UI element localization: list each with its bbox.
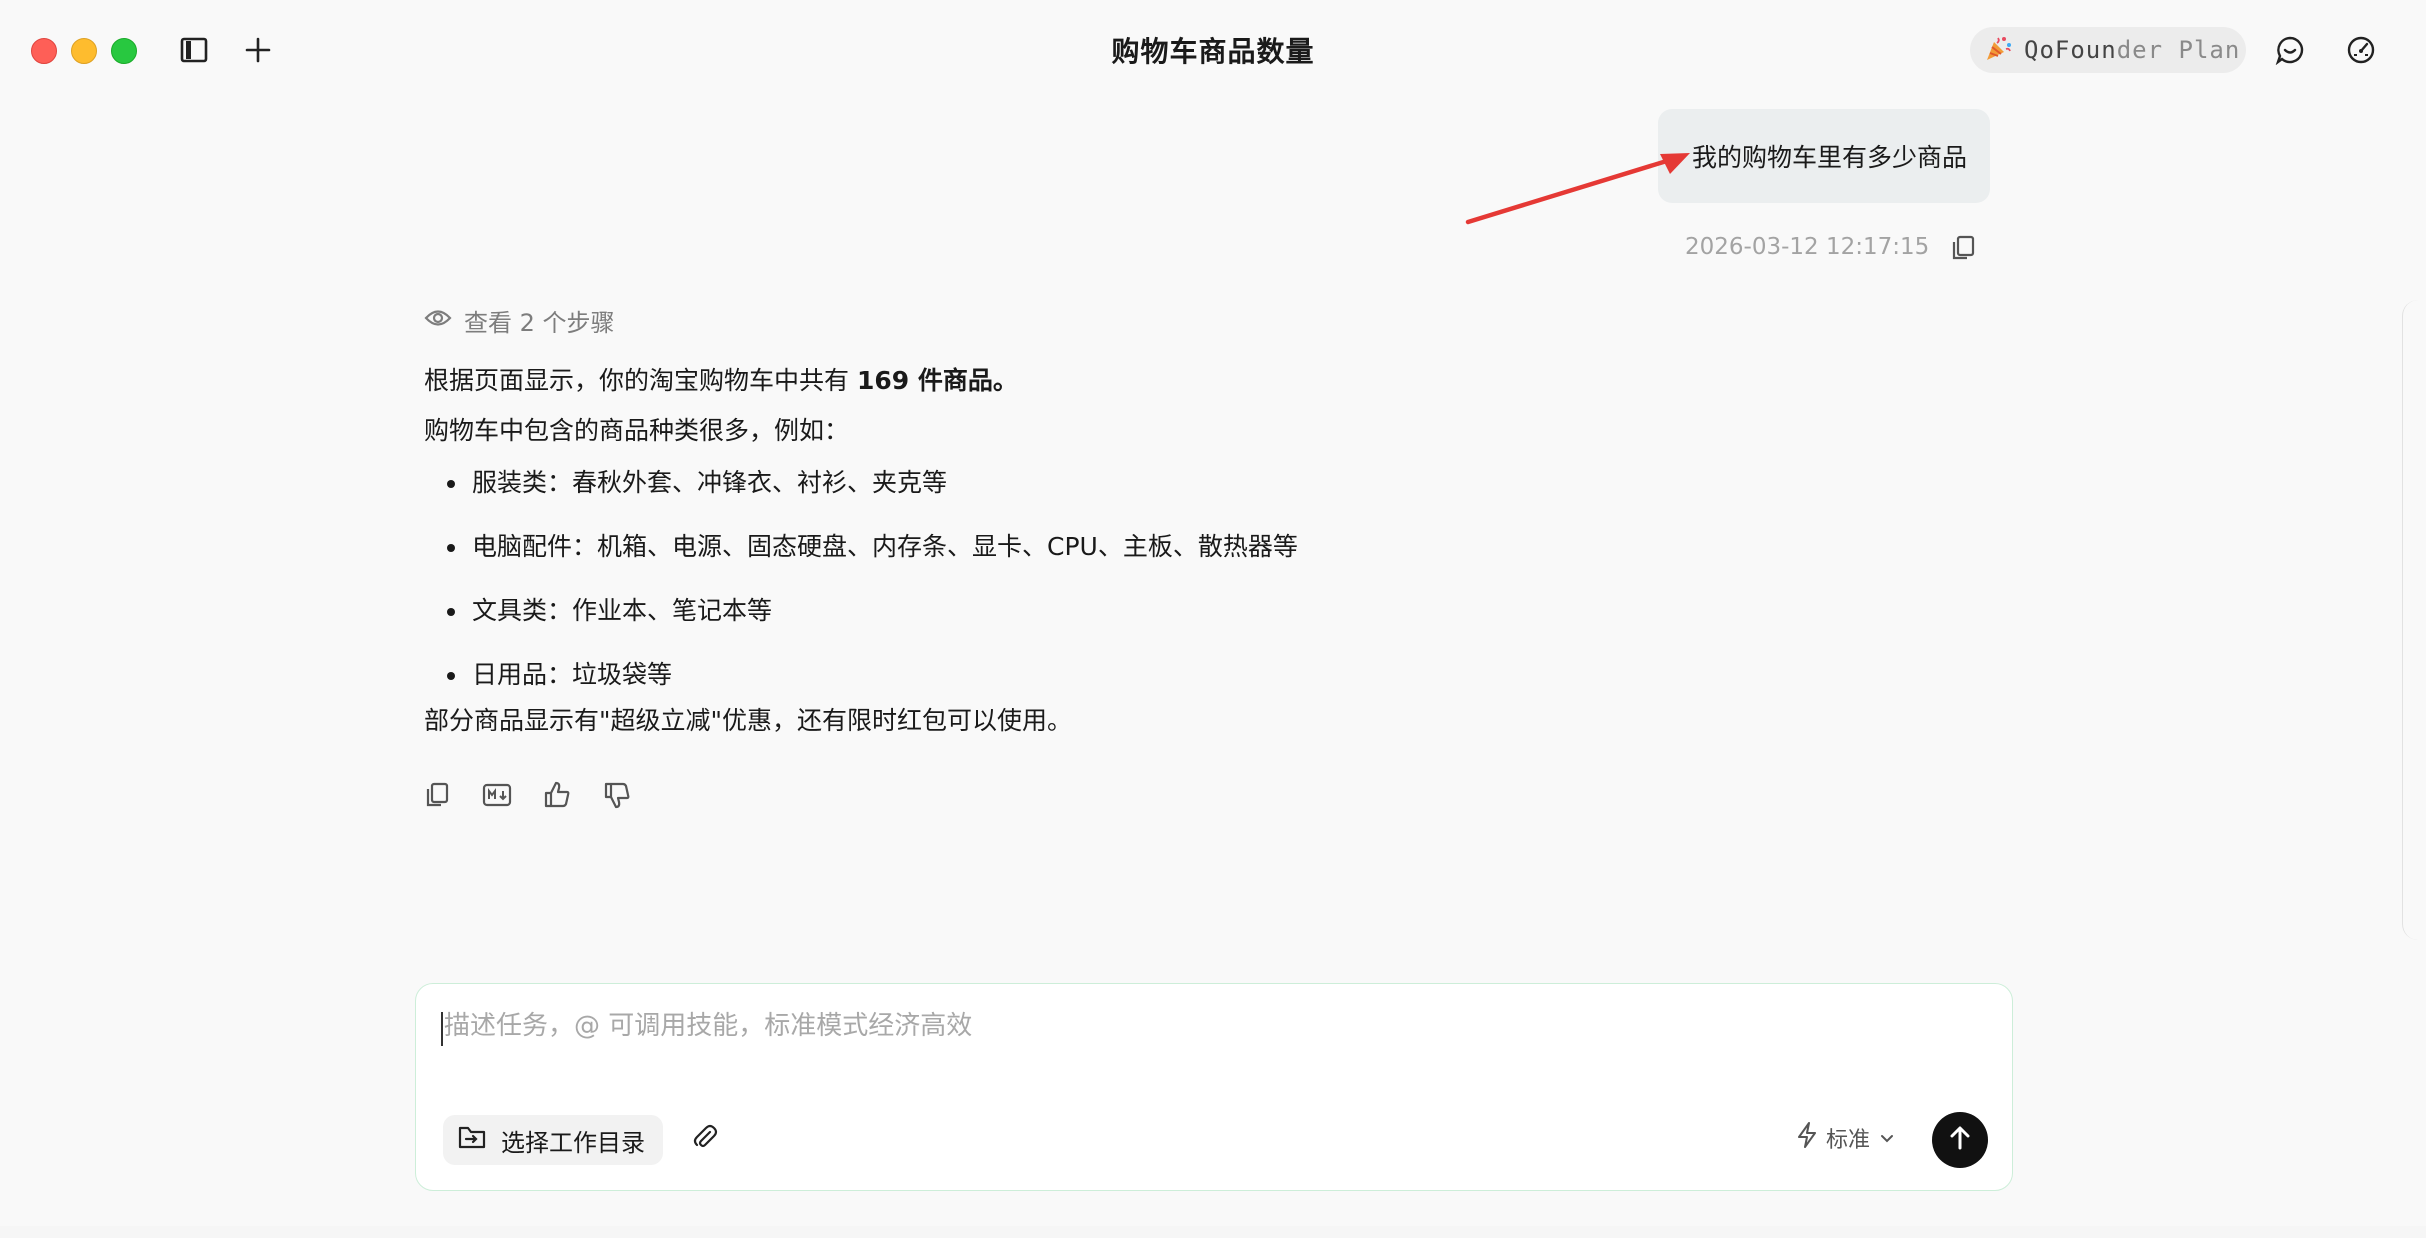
side-panel-edge[interactable] (2402, 300, 2426, 940)
select-work-directory-label: 选择工作目录 (501, 1128, 645, 1157)
text-caret (441, 1012, 443, 1046)
copy-message-icon[interactable] (1949, 234, 1977, 266)
plan-label: QoFounder Plan (2024, 36, 2241, 64)
user-message-bubble: 我的购物车里有多少商品 (1658, 109, 1990, 203)
eye-icon (424, 307, 452, 335)
chat-feedback-icon[interactable] (2273, 33, 2307, 67)
mode-selector[interactable]: 标准 (1796, 1121, 1896, 1155)
answer-actions (420, 778, 634, 812)
message-timestamp: 2026-03-12 12:17:15 (1685, 234, 1930, 260)
task-input[interactable] (442, 1010, 1946, 1042)
assistant-answer: 根据页面显示，你的淘宝购物车中共有 169 件商品。 购物车中包含的商品种类很多… (424, 364, 1424, 738)
list-item: 日用品：垃圾袋等 (424, 658, 1424, 704)
answer-note: 部分商品显示有"超级立减"优惠，还有限时红包可以使用。 (424, 706, 1073, 735)
paperclip-icon[interactable] (690, 1123, 720, 1157)
user-message-text: 我的购物车里有多少商品 (1691, 143, 1967, 172)
copy-answer-icon[interactable] (420, 778, 454, 812)
view-steps-toggle[interactable]: 查看 2 个步骤 (424, 303, 615, 338)
select-work-directory-button[interactable]: 选择工作目录 (443, 1115, 663, 1165)
thumbs-up-icon[interactable] (540, 778, 574, 812)
composer: 选择工作目录 标准 (415, 983, 2013, 1191)
folder-import-icon (457, 1123, 487, 1157)
list-item: 文具类：作业本、笔记本等 (424, 594, 1424, 658)
chevron-down-icon (1878, 1126, 1896, 1151)
list-item: 服装类：春秋外套、冲锋衣、衬衫、夹克等 (424, 466, 1424, 530)
app-window: 购物车商品数量 QoFounder Plan 我的购物车里有多少商品 2026-… (0, 0, 2426, 1226)
dashboard-gauge-icon[interactable] (2344, 33, 2378, 67)
arrow-up-icon (1947, 1124, 1973, 1156)
mode-label: 标准 (1826, 1128, 1871, 1153)
answer-intro: 购物车中包含的商品种类很多，例如： (424, 416, 850, 445)
party-popper-icon (1984, 34, 2012, 66)
plan-badge[interactable]: QoFounder Plan (1970, 27, 2246, 73)
send-button[interactable] (1932, 1112, 1988, 1168)
annotation-arrow-icon (1465, 153, 1690, 225)
markdown-export-icon[interactable] (480, 778, 514, 812)
list-item: 电脑配件：机箱、电源、固态硬盘、内存条、显卡、CPU、主板、散热器等 (424, 530, 1424, 594)
answer-summary: 根据页面显示，你的淘宝购物车中共有 169 件商品。 (424, 366, 1018, 395)
thumbs-down-icon[interactable] (600, 778, 634, 812)
lightning-icon (1796, 1121, 1818, 1155)
category-list: 服装类：春秋外套、冲锋衣、衬衫、夹克等 电脑配件：机箱、电源、固态硬盘、内存条、… (424, 466, 1424, 704)
steps-label: 查看 2 个步骤 (464, 309, 615, 337)
